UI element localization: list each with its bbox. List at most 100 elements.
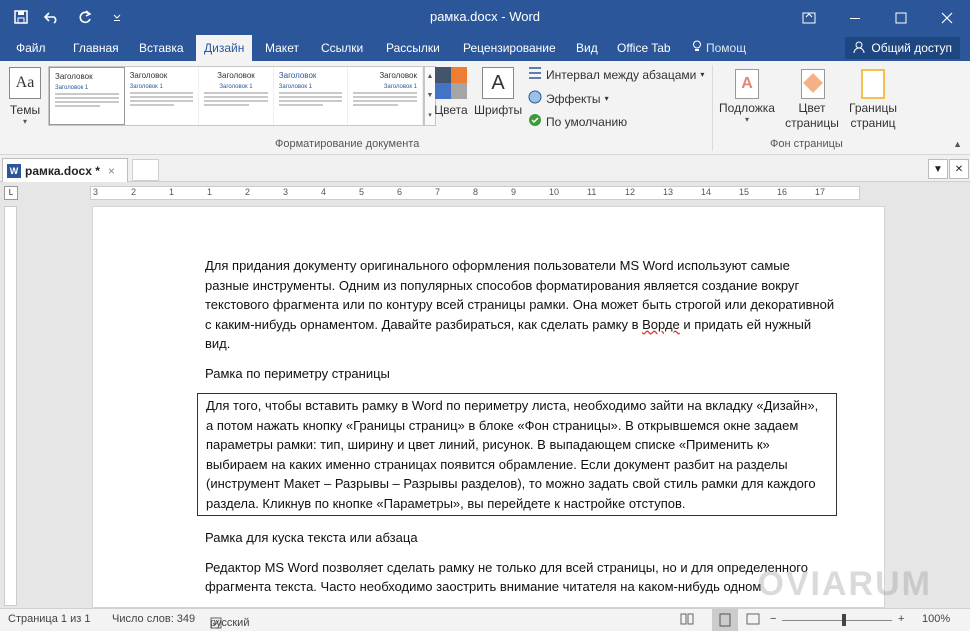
- watermark-icon: A: [735, 69, 759, 99]
- vertical-ruler[interactable]: [4, 206, 17, 606]
- share-button[interactable]: Общий доступ: [845, 37, 960, 59]
- word-doc-icon: W: [7, 163, 21, 178]
- zoom-level[interactable]: 100%: [922, 613, 950, 625]
- spelling-error-text[interactable]: Ворде: [642, 317, 680, 332]
- group-label-page-background: Фон страницы: [770, 138, 843, 150]
- effects-button[interactable]: Эффекты ▾: [528, 90, 609, 107]
- colors-icon: [435, 67, 467, 99]
- zoom-slider-thumb[interactable]: [842, 614, 846, 626]
- chevron-down-icon: ▾: [22, 117, 27, 126]
- paragraph-text: Для того, чтобы вставить рамку в Word по…: [206, 398, 819, 511]
- colors-button[interactable]: Цвета: [432, 65, 470, 117]
- ruler-number: 6: [397, 187, 403, 197]
- section-heading[interactable]: Рамка по периметру страницы: [205, 364, 835, 384]
- tab-references[interactable]: Ссылки: [313, 35, 371, 61]
- collapse-ribbon-icon[interactable]: ▲: [953, 139, 962, 149]
- style-heading: Заголовок: [379, 71, 417, 80]
- tab-layout[interactable]: Макет: [257, 35, 307, 61]
- zoom-out-icon[interactable]: −: [770, 613, 776, 625]
- ruler-number: 17: [815, 187, 826, 197]
- tab-insert[interactable]: Вставка: [131, 35, 192, 61]
- tab-mailings[interactable]: Рассылки: [378, 35, 448, 61]
- tab-office-tab[interactable]: Office Tab: [609, 35, 679, 61]
- ruler-number: 3: [93, 187, 99, 197]
- ruler-number: 16: [777, 187, 788, 197]
- read-mode-icon[interactable]: [680, 613, 694, 628]
- style-sub: Заголовок 1: [219, 84, 253, 90]
- web-layout-icon[interactable]: [746, 613, 760, 628]
- chevron-down-icon: ▾: [700, 70, 705, 79]
- share-label: Общий доступ: [871, 41, 952, 55]
- tab-design[interactable]: Дизайн: [196, 35, 253, 61]
- ruler-number: 2: [245, 187, 251, 197]
- paragraph[interactable]: Для придания документу оригинального офо…: [205, 256, 835, 354]
- style-set-item[interactable]: Заголовок Заголовок 1: [199, 67, 274, 125]
- fonts-icon: A: [482, 67, 514, 99]
- page-color-button[interactable]: Цвет страницы: [784, 65, 842, 131]
- zoom-in-icon[interactable]: +: [898, 613, 904, 625]
- themes-label: Темы: [9, 103, 41, 117]
- close-icon[interactable]: [924, 0, 970, 35]
- word-count[interactable]: Число слов: 349: [112, 613, 195, 625]
- lightbulb-icon: [692, 35, 702, 61]
- tab-view[interactable]: Вид: [568, 35, 606, 61]
- style-set-item[interactable]: Заголовок Заголовок 1: [274, 67, 349, 125]
- set-default-label: По умолчанию: [546, 114, 628, 129]
- watermark-button[interactable]: A Подложка ▾: [716, 65, 778, 124]
- language-label: русский: [210, 617, 250, 629]
- chevron-down-icon: ▾: [744, 115, 749, 124]
- page-borders-label: Границы страниц: [849, 101, 897, 130]
- paragraph-spacing-label: Интервал между абзацами: [546, 67, 697, 82]
- tab-list-button[interactable]: ▼: [928, 159, 948, 179]
- site-watermark: OVIARUM: [757, 565, 932, 603]
- print-layout-icon[interactable]: [712, 609, 738, 631]
- ruler-number: 8: [473, 187, 479, 197]
- tab-file[interactable]: Файл: [8, 35, 54, 61]
- ruler-number: 1: [169, 187, 175, 197]
- tab-tell-me[interactable]: Помощ: [684, 35, 754, 61]
- tell-me-label: Помощ: [706, 41, 747, 55]
- style-heading: Заголовок: [55, 72, 93, 81]
- horizontal-ruler[interactable]: 3 2 1 1 2 3 4 5 6 7 8 9 10 11 12 13 14 15 16 17: [90, 186, 860, 200]
- tab-home[interactable]: Главная: [65, 35, 127, 61]
- tab-review[interactable]: Рецензирование: [455, 35, 564, 61]
- ruler-number: 9: [511, 187, 517, 197]
- style-set-item[interactable]: Заголовок Заголовок 1: [125, 67, 200, 125]
- style-sub: Заголовок 1: [383, 84, 417, 90]
- checkmark-icon: [528, 113, 542, 130]
- status-bar: Страница 1 из 1 Число слов: 349 русский …: [0, 608, 970, 631]
- minimize-icon[interactable]: [832, 0, 878, 35]
- ruler-number: 3: [283, 187, 289, 197]
- ruler-number: 1: [207, 187, 213, 197]
- dropdown-icon: ▼: [933, 163, 943, 175]
- style-set-gallery[interactable]: Заголовок Заголовок 1 Заголовок Заголово…: [48, 66, 424, 126]
- tab-selector[interactable]: L: [4, 186, 18, 200]
- ruler-number: 15: [739, 187, 750, 197]
- themes-button[interactable]: Aa Темы ▾: [6, 65, 44, 126]
- new-tab-button[interactable]: [132, 159, 159, 181]
- maximize-icon[interactable]: [878, 0, 924, 35]
- style-set-item[interactable]: Заголовок Заголовок 1: [348, 67, 423, 125]
- section-heading[interactable]: Рамка для куска текста или абзаца: [205, 528, 835, 548]
- fonts-button[interactable]: A Шрифты: [474, 65, 522, 117]
- paragraph[interactable]: Редактор MS Word позволяет сделать рамку…: [205, 558, 835, 597]
- page-indicator[interactable]: Страница 1 из 1: [8, 613, 90, 625]
- vertical-scrollbar[interactable]: [953, 206, 970, 608]
- style-sub: Заголовок 1: [129, 84, 163, 90]
- style-set-item[interactable]: Заголовок Заголовок 1: [49, 67, 125, 125]
- document-body[interactable]: Для придания документу оригинального офо…: [197, 256, 837, 607]
- style-heading: Заголовок: [278, 71, 317, 80]
- close-tab-icon[interactable]: ×: [108, 164, 115, 178]
- close-document-button[interactable]: ✕: [949, 159, 969, 179]
- close-icon: ✕: [954, 163, 964, 175]
- ribbon-options-icon[interactable]: [786, 0, 832, 35]
- page-borders-button[interactable]: Границы страниц: [846, 65, 900, 131]
- set-default-button[interactable]: По умолчанию: [528, 113, 627, 130]
- framed-paragraph[interactable]: Для того, чтобы вставить рамку в Word по…: [197, 393, 837, 516]
- style-heading: Заголовок: [129, 71, 168, 80]
- paragraph-spacing-icon: [528, 67, 542, 82]
- ruler-number: 5: [359, 187, 365, 197]
- document-tab[interactable]: W рамка.docx * ×: [2, 158, 128, 182]
- paragraph-spacing-button[interactable]: Интервал между абзацами ▾: [528, 67, 704, 82]
- zoom-slider[interactable]: [782, 620, 892, 621]
